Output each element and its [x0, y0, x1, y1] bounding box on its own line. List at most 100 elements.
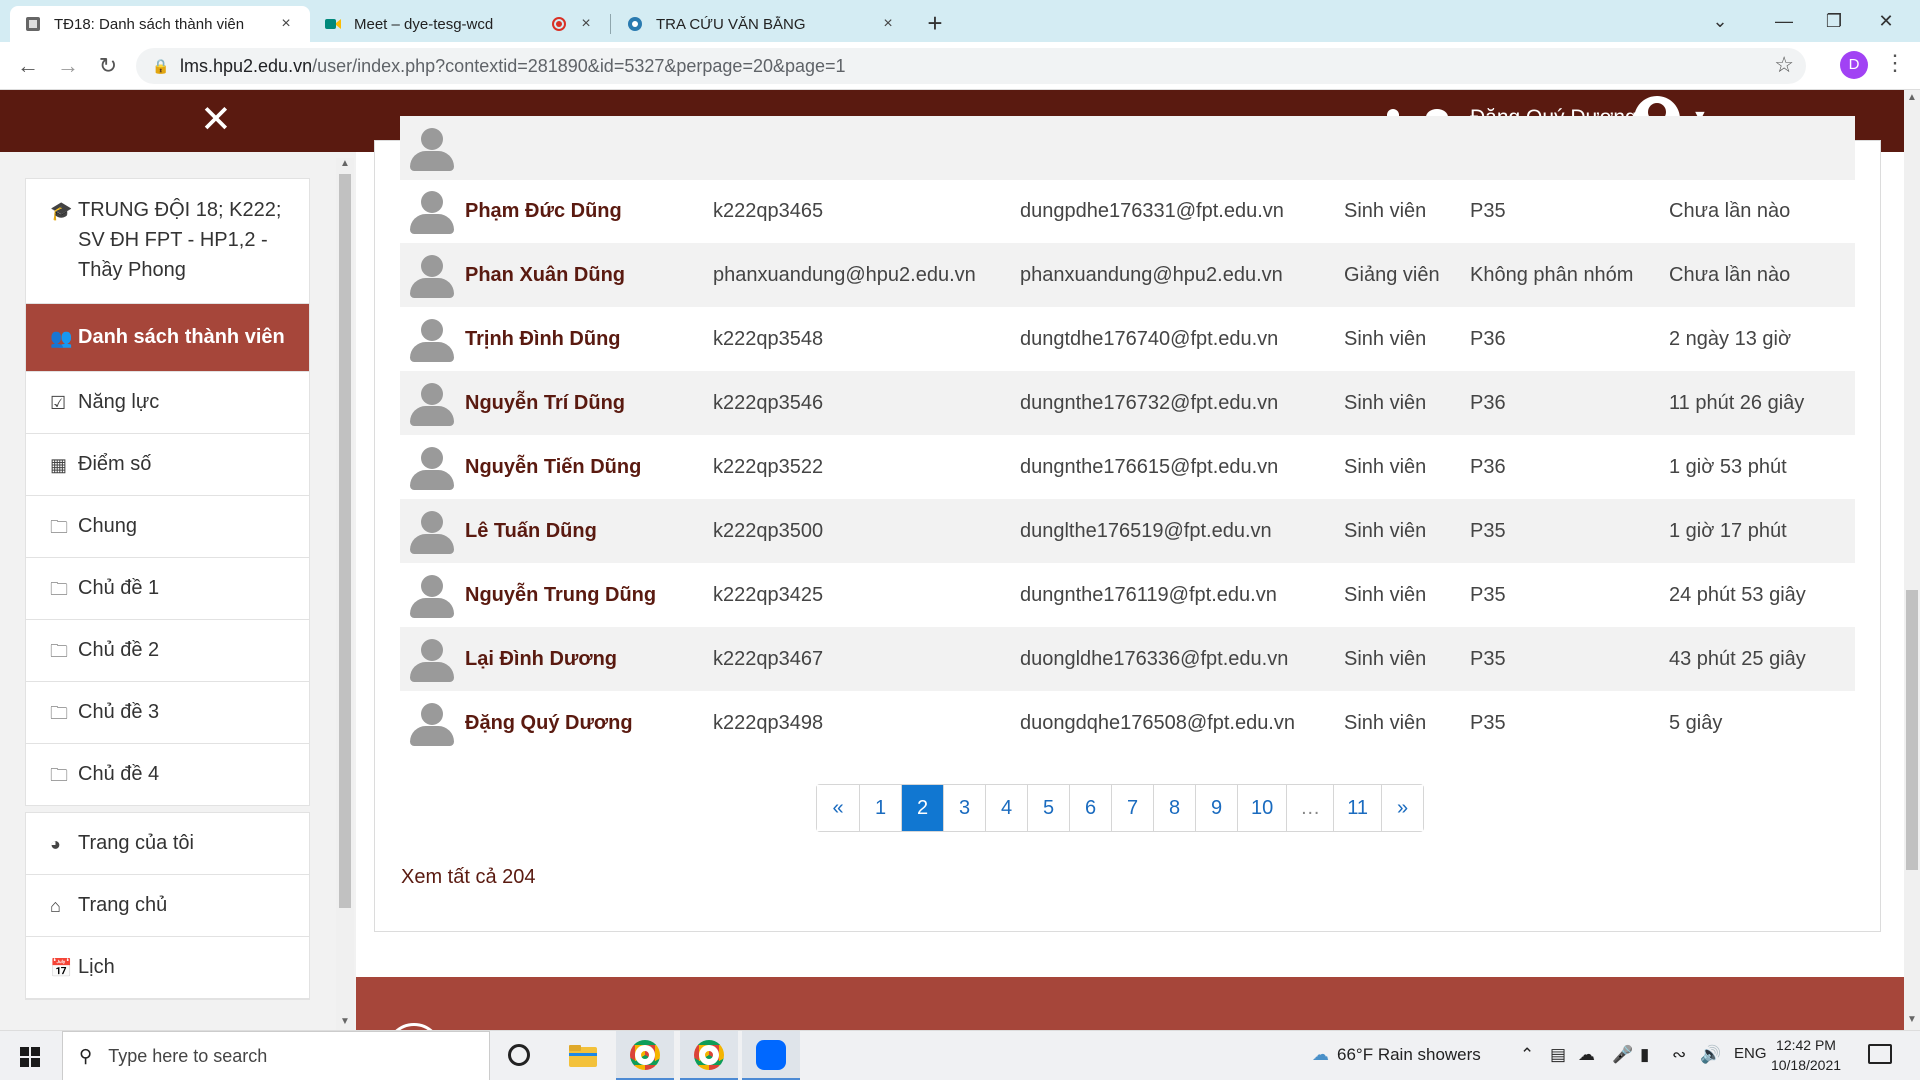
close-drawer-icon[interactable]: ✕: [200, 100, 232, 140]
tray-device-icon[interactable]: ▤: [1550, 1045, 1566, 1065]
task-view-icon[interactable]: [508, 1044, 530, 1066]
taskbar-search-box[interactable]: ⚲ Type here to search: [62, 1031, 490, 1080]
minimize-icon[interactable]: —: [1764, 6, 1804, 36]
drawer-scrollbar[interactable]: ▲ ▼: [336, 158, 354, 1030]
tab-participants[interactable]: TĐ18: Danh sách thành viên ×: [10, 6, 310, 42]
user-avatar[interactable]: [410, 255, 454, 299]
sidebar-item-topic-4[interactable]: 🗀 Chủ đề 4: [26, 744, 309, 805]
chrome-profile-d-button[interactable]: [616, 1031, 674, 1080]
page-1-button[interactable]: 1: [859, 785, 901, 831]
page-scroll-thumb[interactable]: [1906, 590, 1918, 870]
scroll-down-arrow-icon[interactable]: ▼: [337, 1016, 353, 1027]
volume-icon[interactable]: 🔊: [1700, 1045, 1721, 1065]
reload-icon[interactable]: ↻: [92, 50, 124, 82]
participant-name[interactable]: Lại Đình Dương: [465, 648, 617, 671]
participant-name[interactable]: Nguyễn Trí Dũng: [465, 392, 625, 415]
windows-start-icon[interactable]: [20, 1047, 40, 1067]
tab-title: Meet – dye-tesg-wcd: [354, 15, 494, 33]
page-11-button[interactable]: 11: [1333, 785, 1382, 831]
page-6-button[interactable]: 6: [1069, 785, 1111, 831]
url-bar[interactable]: 🔒 lms.hpu2.edu.vn/user/index.php?context…: [136, 48, 1806, 84]
participant-name[interactable]: Nguyễn Trung Dũng: [465, 584, 656, 607]
forward-icon[interactable]: →: [52, 50, 84, 82]
close-tab-icon[interactable]: ×: [276, 15, 296, 33]
participant-email: dungtdhe176740@fpt.edu.vn: [1020, 327, 1279, 350]
file-explorer-button[interactable]: [554, 1031, 612, 1080]
user-avatar[interactable]: [410, 191, 454, 235]
system-clock[interactable]: 12:42 PM 10/18/2021: [1766, 1035, 1846, 1075]
scroll-up-arrow-icon[interactable]: ▲: [1904, 92, 1920, 103]
tab-tra-cuu[interactable]: TRA CỨU VĂN BẰNG ×: [612, 6, 912, 42]
drawer-scroll-thumb[interactable]: [339, 174, 351, 908]
user-avatar[interactable]: [410, 511, 454, 555]
chrome-profile-2-button[interactable]: [680, 1031, 738, 1080]
zalo-button[interactable]: [742, 1031, 800, 1080]
close-tab-icon[interactable]: ×: [576, 15, 596, 33]
sidebar-item-label: Chủ đề 1: [78, 577, 160, 599]
user-avatar[interactable]: [410, 383, 454, 427]
participant-name[interactable]: Phan Xuân Dũng: [465, 264, 625, 287]
participant-name[interactable]: Trịnh Đình Dũng: [465, 328, 621, 351]
microphone-icon[interactable]: 🎤: [1612, 1045, 1633, 1065]
sidebar-item-topic-1[interactable]: 🗀 Chủ đề 1: [26, 558, 309, 620]
new-tab-button[interactable]: +: [920, 8, 950, 38]
page-5-button[interactable]: 5: [1027, 785, 1069, 831]
user-avatar[interactable]: [410, 319, 454, 363]
user-avatar[interactable]: [410, 447, 454, 491]
participant-name[interactable]: Phạm Đức Dũng: [465, 200, 622, 223]
browser-menu-icon[interactable]: ⋮: [1884, 50, 1906, 76]
sidebar-item-topic-3[interactable]: 🗀 Chủ đề 3: [26, 682, 309, 744]
page-7-button[interactable]: 7: [1111, 785, 1153, 831]
back-icon[interactable]: ←: [12, 50, 44, 82]
user-avatar[interactable]: [410, 639, 454, 683]
sidebar-item-dashboard[interactable]: ◕ Trang của tôi: [26, 813, 309, 875]
folder-icon: 🗀: [50, 579, 68, 599]
page-4-button[interactable]: 4: [985, 785, 1027, 831]
scroll-up-arrow-icon[interactable]: ▲: [337, 158, 353, 169]
sidebar-item-topic-2[interactable]: 🗀 Chủ đề 2: [26, 620, 309, 682]
page-next-button[interactable]: »: [1381, 785, 1424, 831]
sidebar-item-participants[interactable]: 👥 Danh sách thành viên: [26, 304, 309, 372]
show-hidden-icons[interactable]: ⌃: [1520, 1045, 1534, 1065]
wifi-icon[interactable]: ∾: [1672, 1045, 1686, 1065]
onedrive-cloud-icon[interactable]: ☁: [1578, 1045, 1595, 1065]
sidebar-item-label: Lịch: [78, 956, 115, 978]
close-tab-icon[interactable]: ×: [878, 15, 898, 33]
tab-meet[interactable]: Meet – dye-tesg-wcd ×: [310, 6, 610, 42]
notification-center-icon[interactable]: [1868, 1044, 1892, 1064]
scroll-down-arrow-icon[interactable]: ▼: [1904, 1014, 1920, 1025]
user-avatar[interactable]: [410, 703, 454, 747]
nav-drawer-content: 🎓 TRUNG ĐỘI 18; K222; SV ĐH FPT - HP1,2 …: [25, 178, 310, 1000]
restore-icon[interactable]: ❐: [1814, 6, 1854, 36]
page-10-button[interactable]: 10: [1237, 785, 1287, 831]
sidebar-item-home[interactable]: ⌂ Trang chủ: [26, 875, 309, 937]
user-avatar[interactable]: [410, 575, 454, 619]
sidebar-item-general[interactable]: 🗀 Chung: [26, 496, 309, 558]
sidebar-item-grades[interactable]: ▦ Điểm số: [26, 434, 309, 496]
weather-widget[interactable]: ☁ 66°F Rain showers: [1312, 1045, 1481, 1065]
page-9-button[interactable]: 9: [1195, 785, 1237, 831]
page-8-button[interactable]: 8: [1153, 785, 1195, 831]
participant-group: P35: [1470, 647, 1506, 670]
participant-last-access: 11 phút 26 giây: [1669, 391, 1805, 414]
weather-text: 66°F Rain showers: [1337, 1045, 1481, 1064]
language-indicator[interactable]: ENG: [1734, 1045, 1767, 1062]
close-window-icon[interactable]: ✕: [1866, 6, 1906, 36]
participant-name[interactable]: Lê Tuấn Dũng: [465, 520, 597, 543]
participant-group: P36: [1470, 327, 1506, 350]
page-prev-button[interactable]: «: [817, 785, 859, 831]
profile-avatar[interactable]: D: [1840, 51, 1868, 79]
view-all-link[interactable]: Xem tất cả 204: [401, 866, 536, 889]
battery-icon[interactable]: ▮: [1640, 1045, 1649, 1065]
participant-name[interactable]: Nguyễn Tiến Dũng: [465, 456, 641, 479]
page-2-button[interactable]: 2: [901, 785, 943, 831]
sidebar-item-label: Chung: [78, 515, 137, 537]
page-3-button[interactable]: 3: [943, 785, 985, 831]
bookmark-star-icon[interactable]: ☆: [1774, 52, 1794, 78]
course-home-link[interactable]: 🎓 TRUNG ĐỘI 18; K222; SV ĐH FPT - HP1,2 …: [26, 179, 309, 304]
sidebar-item-calendar[interactable]: 📅 Lịch: [26, 937, 309, 999]
sidebar-item-competencies[interactable]: ☑ Năng lực: [26, 372, 309, 434]
tab-search-icon[interactable]: ⌄: [1700, 6, 1740, 36]
page-scrollbar[interactable]: ▲ ▼: [1904, 90, 1920, 1030]
participant-name[interactable]: Đặng Quý Dương: [465, 712, 633, 735]
